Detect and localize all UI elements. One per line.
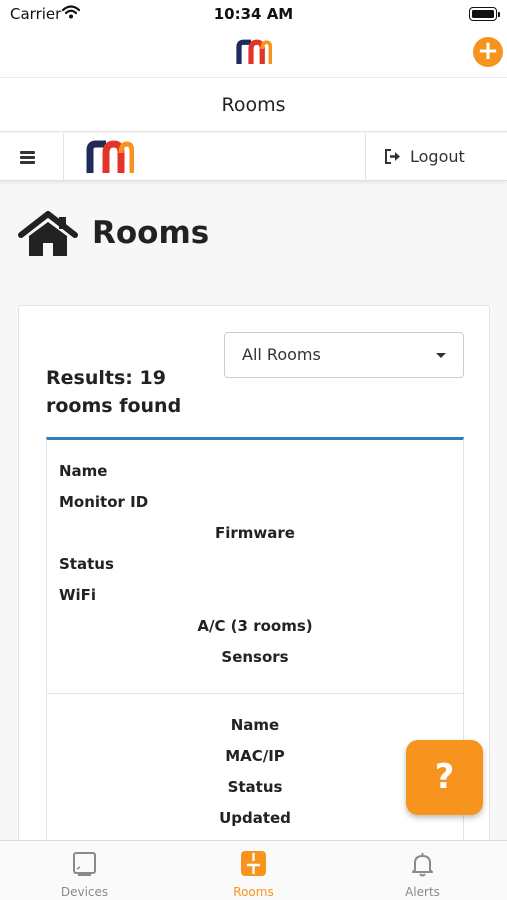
sign-out-icon: [385, 149, 400, 164]
bell-icon: [412, 853, 433, 877]
app-header: +: [0, 30, 507, 78]
col-updated[interactable]: Updated: [47, 809, 463, 827]
tab-alerts[interactable]: Alerts: [338, 841, 507, 900]
help-button[interactable]: ?: [406, 740, 483, 815]
rm-logo-large: [86, 140, 134, 173]
col-ac[interactable]: A/C (3 rooms): [47, 617, 463, 635]
battery-icon: [469, 7, 500, 21]
tab-devices[interactable]: Devices: [0, 841, 169, 900]
col-wifi[interactable]: WiFi: [59, 586, 96, 604]
status-bar: Carrier 10:34 AM: [0, 0, 507, 30]
chevron-down-icon: [436, 353, 446, 358]
room-filter-value: All Rooms: [242, 345, 321, 364]
col-mac-ip[interactable]: MAC/IP: [47, 747, 463, 765]
col-device-status[interactable]: Status: [47, 778, 463, 796]
tab-label-alerts: Alerts: [405, 885, 440, 899]
col-sensors[interactable]: Sensors: [47, 648, 463, 666]
col-name[interactable]: Name: [59, 462, 107, 480]
tab-label-rooms: Rooms: [233, 885, 274, 899]
logout-button[interactable]: Logout: [365, 133, 507, 181]
tab-bar: Devices Rooms Alerts: [0, 840, 507, 900]
col-status[interactable]: Status: [59, 555, 114, 573]
room-filter-select[interactable]: All Rooms: [224, 332, 464, 378]
screen-title: Rooms: [0, 78, 507, 132]
rm-logo: [236, 39, 272, 64]
col-device-name[interactable]: Name: [47, 716, 463, 734]
tab-label-devices: Devices: [60, 885, 109, 899]
device-icon: [73, 852, 96, 876]
logout-label: Logout: [410, 147, 465, 166]
menu-button[interactable]: [0, 133, 64, 181]
clock-time: 10:34 AM: [213, 5, 294, 23]
home-icon: [18, 211, 78, 256]
room-table-header: Name Monitor ID Firmware Status WiFi A/C…: [46, 437, 464, 694]
col-monitor-id[interactable]: Monitor ID: [59, 493, 148, 511]
page-title: Rooms: [92, 215, 210, 251]
room-icon: [241, 851, 266, 876]
nav-bar: Logout: [0, 133, 507, 181]
col-firmware[interactable]: Firmware: [47, 524, 463, 542]
add-button[interactable]: +: [473, 37, 503, 67]
tab-rooms[interactable]: Rooms: [169, 841, 338, 900]
results-count: Results: 19 rooms found: [46, 367, 182, 417]
